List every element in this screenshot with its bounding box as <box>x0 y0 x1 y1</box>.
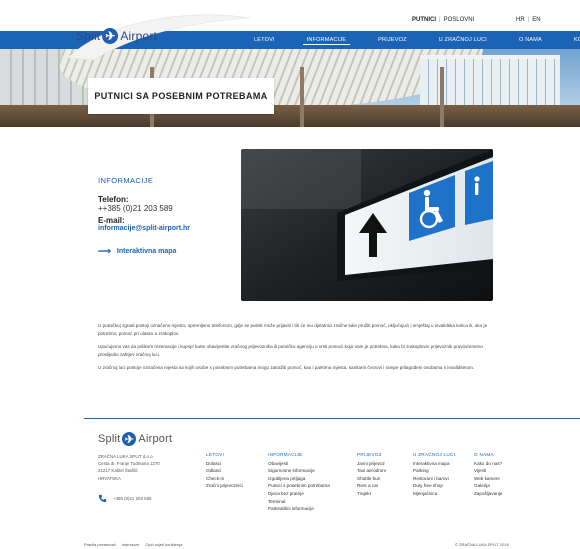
lang-hr[interactable]: HR <box>516 17 525 23</box>
footer-link[interactable]: Sigurnosne informacije <box>268 467 330 475</box>
footer-link[interactable]: Izgubljena prtljaga <box>268 475 330 483</box>
footer-col-letovi: LETOVI Dolasci Odlasci Check-in Zračni p… <box>206 451 243 490</box>
audience-switcher: PUTNICI | POSLOVNI <box>412 17 474 23</box>
nav-item-informacije[interactable]: INFORMACIJE <box>291 31 362 49</box>
footer-address: ZRAČNA LUKA SPLIT d.o.o. Cesta dr. Franj… <box>98 453 160 482</box>
footer-link[interactable]: Putnici s posebnim potrebama <box>268 482 330 490</box>
phone-label: Telefon: <box>98 195 129 204</box>
legal-links: Pravila privatnosti Impresum Opći uvjeti… <box>84 542 182 547</box>
footer-link[interactable]: Zapošljavanje <box>474 490 502 498</box>
footer-link[interactable]: Dolasci <box>206 460 243 468</box>
address-line: ZRAČNA LUKA SPLIT d.o.o. <box>98 454 154 459</box>
nav-item-letovi[interactable]: LETOVI <box>238 31 291 49</box>
footer-link[interactable]: Obavijesti <box>268 460 330 468</box>
interactive-map-link[interactable]: ⟶ Interaktivna mapa <box>98 246 238 257</box>
audience-separator: | <box>439 17 441 23</box>
site-logo[interactable]: Split ✈ Airport <box>76 28 157 44</box>
interactive-map-label: Interaktivna mapa <box>116 248 177 255</box>
language-switcher: HR | EN <box>516 17 541 23</box>
legal-link-impressum[interactable]: Impresum <box>122 542 140 547</box>
footer-link[interactable]: Odlasci <box>206 467 243 475</box>
nav-item-kontakt[interactable]: KONTAKT <box>558 31 580 49</box>
body-paragraph: U zračnoj luci postoje označena mjesta s… <box>98 365 475 371</box>
address-line: Cesta dr. Franje Tuđmana 1270 <box>98 461 160 467</box>
logo-text-airport: Airport <box>120 29 158 43</box>
footer-col-o-nama: O NAMA Kako do nas? Vijesti Web kamere G… <box>474 451 502 498</box>
footer-col-heading: PRIJEVOZ <box>357 452 382 457</box>
footer-link[interactable]: Parkirališni informacije <box>268 505 330 513</box>
footer-col-u-zracnoj-luci: U ZRAČNOJ LUCI Interaktivna mapa Parking… <box>413 451 455 498</box>
footer-col-heading: INFORMACIJE <box>268 452 303 457</box>
footer-col-heading: LETOVI <box>206 452 225 457</box>
body-text: U putničkoj zgradi postoji označeno mjes… <box>98 322 496 378</box>
footer-link[interactable]: Trajekt <box>357 490 386 498</box>
footer-link[interactable]: Terminal <box>268 498 330 506</box>
body-paragraph: U putničkoj zgradi postoji označeno mjes… <box>98 323 488 336</box>
hero-floor <box>0 105 580 127</box>
legal-link-privacy[interactable]: Pravila privatnosti <box>84 542 116 547</box>
legal-link-terms[interactable]: Opći uvjeti korištenja <box>145 542 182 547</box>
contact-block: INFORMACIJE Telefon: ++385 (0)21 203 589… <box>98 176 238 257</box>
footer-col-heading: U ZRAČNOJ LUCI <box>413 452 456 457</box>
footer-col-prijevoz: PRIJEVOZ Javni prijevoz Taxi aerodrom Sh… <box>357 451 386 498</box>
audience-poslovni[interactable]: POSLOVNI <box>444 17 475 23</box>
footer-col-informacije: INFORMACIJE Obavijesti Sigurnosne inform… <box>268 451 330 513</box>
hero-pillar <box>440 67 444 127</box>
top-strip <box>0 0 580 30</box>
accessibility-sign-photo <box>241 149 493 301</box>
footer-col-heading: O NAMA <box>474 452 494 457</box>
logo-text-split: Split <box>98 433 121 445</box>
footer-link[interactable]: Interaktivna mapa <box>413 460 455 468</box>
hero-pillar <box>300 67 304 127</box>
nav-item-u-zracnoj-luci[interactable]: U ZRAČNOJ LUCI <box>423 31 503 49</box>
footer-link[interactable]: Shuttle bus <box>357 475 386 483</box>
phone-icon <box>98 494 107 503</box>
footer-logo[interactable]: Split ✈ Airport <box>98 432 172 446</box>
page-title: PUTNICI SA POSEBNIM POTREBAMA <box>94 91 268 101</box>
footer-link[interactable]: Duty free shop <box>413 482 455 490</box>
lang-en[interactable]: EN <box>532 17 540 23</box>
copyright: © ZRAČNA LUKA SPLIT 2016 <box>455 542 509 547</box>
logo-text-split: Split <box>76 29 101 43</box>
footer-link[interactable]: Galerija <box>474 482 502 490</box>
arrow-right-icon: ⟶ <box>98 246 111 256</box>
phone-value: ++385 (0)21 203 589 <box>98 204 173 213</box>
audience-putnici[interactable]: PUTNICI <box>412 17 436 23</box>
footer-link[interactable]: Rent a car <box>357 482 386 490</box>
footer-link[interactable]: Web kamere <box>474 475 502 483</box>
contact-section-title: INFORMACIJE <box>98 176 154 185</box>
address-line: HRVATSKA <box>98 475 121 481</box>
footer-link[interactable]: Kako do nas? <box>474 460 502 468</box>
footer-link[interactable]: Check-in <box>206 475 243 483</box>
email-link[interactable]: informacije@split-airport.hr <box>98 225 238 232</box>
footer-link[interactable]: Zračni prijevoznici <box>206 482 243 490</box>
footer-link[interactable]: Mjenjačnica <box>413 490 455 498</box>
address-line: 21217 Kaštel Štafilić <box>98 468 138 474</box>
email-label: E-mail: <box>98 216 125 225</box>
nav-item-prijevoz[interactable]: PRIJEVOZ <box>362 31 423 49</box>
footer-phone: +385 (0)21 203 555 <box>98 494 151 503</box>
lang-separator: | <box>527 17 530 23</box>
logo-text-airport: Airport <box>138 433 173 445</box>
footer-link[interactable]: Restorani i barovi <box>413 475 455 483</box>
logo-plane-icon: ✈ <box>102 28 119 44</box>
hero-banner: PUTNICI SA POSEBNIM POTREBAMA <box>0 49 580 127</box>
footer-link[interactable]: Javni prijevoz <box>357 460 386 468</box>
logo-plane-icon: ✈ <box>122 432 137 446</box>
hero-title-card: PUTNICI SA POSEBNIM POTREBAMA <box>88 78 274 114</box>
footer-phone-number: +385 (0)21 203 555 <box>113 496 152 501</box>
footer-divider <box>84 418 580 419</box>
footer-link[interactable]: Taxi aerodrom <box>357 467 386 475</box>
footer-link[interactable]: Djeca bez pratnje <box>268 490 330 498</box>
body-paragraph: Upućujemo vas da prilikom rezervacije i … <box>98 344 483 357</box>
footer-link[interactable]: Parking <box>413 467 455 475</box>
footer-link[interactable]: Vijesti <box>474 467 502 475</box>
nav-item-o-nama[interactable]: O NAMA <box>503 31 558 49</box>
